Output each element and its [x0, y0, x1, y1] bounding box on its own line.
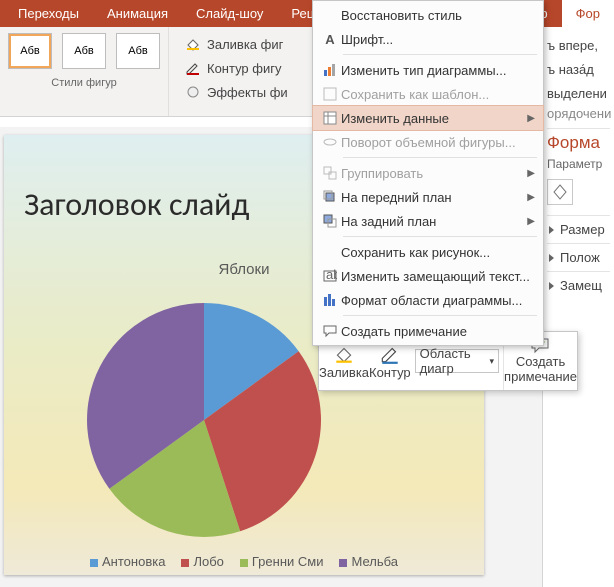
ctx-save-template[interactable]: Сохранить как шаблон...: [313, 82, 543, 106]
tab-transitions[interactable]: Переходы: [4, 0, 93, 27]
separator: [343, 157, 537, 158]
send-back-icon: [323, 214, 337, 228]
ctx-format-chart-area[interactable]: Формат области диаграммы...: [313, 288, 543, 312]
separator: [343, 236, 537, 237]
chevron-right-icon: [549, 282, 554, 290]
shape-style-2[interactable]: Абв: [62, 33, 106, 69]
format-pane-title: Форма: [547, 133, 610, 153]
selection-pane-row[interactable]: выделени: [547, 81, 610, 105]
chevron-down-icon: ▾: [490, 356, 495, 367]
arrange-row: орядочени: [547, 105, 610, 129]
context-menu: Восстановить стиль A Шрифт... Изменить т…: [312, 0, 544, 346]
shape-outline-button[interactable]: Контур фигу: [181, 57, 292, 79]
send-backward-row[interactable]: ъ наза́д: [547, 57, 610, 81]
separator: [343, 54, 537, 55]
legend-item-3: Мельба: [339, 554, 398, 569]
shape-styles-group: Абв Абв Абв Стили фигур: [0, 27, 169, 116]
save-template-icon: [323, 87, 337, 101]
pen-icon: [185, 60, 201, 76]
ctx-save-as-picture[interactable]: Сохранить как рисунок...: [313, 240, 543, 264]
format-pane-subtitle: Параметр: [547, 157, 610, 171]
bring-forward-row[interactable]: ъ впере,: [547, 33, 610, 57]
format-area-icon: [323, 293, 337, 307]
pie-chart[interactable]: [74, 290, 334, 550]
ctx-new-comment[interactable]: Создать примечание: [313, 319, 543, 343]
legend-item-1: Лобо: [181, 554, 223, 569]
ctx-alt-text[interactable]: ab Изменить замещающий текст...: [313, 264, 543, 288]
tab-slideshow[interactable]: Слайд-шоу: [182, 0, 277, 27]
format-pane: ъ впере, ъ наза́д выделени орядочени Фор…: [542, 27, 614, 587]
fill-tab-icon[interactable]: [547, 179, 573, 205]
chevron-right-icon: [549, 226, 554, 234]
separator: [343, 315, 537, 316]
shape-effects-button[interactable]: Эффекты фи: [181, 81, 292, 103]
comment-icon: [323, 324, 337, 338]
pane-position-section[interactable]: Полож: [547, 243, 610, 271]
chevron-right-icon: ▶: [525, 216, 535, 227]
rotate-3d-icon: [323, 135, 337, 149]
slide-title[interactable]: Заголовок слайд: [24, 185, 249, 224]
group-icon: [323, 166, 337, 180]
bring-front-icon: [323, 190, 337, 204]
size-tab-icon[interactable]: [579, 179, 605, 205]
legend-item-0: Антоновка: [90, 554, 165, 569]
chevron-right-icon: ▶: [525, 113, 535, 124]
chevron-right-icon: ▶: [525, 168, 535, 179]
paint-bucket-icon: [185, 36, 201, 52]
ctx-3d-rotation[interactable]: Поворот объемной фигуры...: [313, 130, 543, 154]
alt-text-icon: ab: [323, 269, 337, 283]
ctx-change-chart-type[interactable]: Изменить тип диаграммы...: [313, 58, 543, 82]
ctx-group[interactable]: Группировать▶: [313, 161, 543, 185]
ctx-bring-front[interactable]: На передний план▶: [313, 185, 543, 209]
font-icon: A: [319, 32, 341, 47]
edit-data-icon: [323, 111, 337, 125]
svg-text:ab: ab: [326, 269, 337, 282]
tab-format[interactable]: Фор: [562, 0, 614, 27]
ctx-font[interactable]: A Шрифт...: [313, 27, 543, 51]
mini-chart-area-combo[interactable]: Область диагр ▾: [415, 349, 499, 373]
chevron-right-icon: [549, 254, 554, 262]
chart-type-icon: [323, 63, 337, 77]
pane-alttext-section[interactable]: Замещ: [547, 271, 610, 299]
ctx-send-back[interactable]: На задний план▶: [313, 209, 543, 233]
pane-size-section[interactable]: Размер: [547, 215, 610, 243]
shape-style-3[interactable]: Абв: [116, 33, 160, 69]
chart-legend: Антоновка Лобо Гренни Сми Мельба: [4, 554, 484, 569]
ctx-edit-data[interactable]: Изменить данные▶: [313, 106, 543, 130]
shape-fill-button[interactable]: Заливка фиг: [181, 33, 292, 55]
legend-item-2: Гренни Сми: [240, 554, 324, 569]
shape-style-1[interactable]: Абв: [8, 33, 52, 69]
shape-styles-label: Стили фигур: [8, 77, 160, 89]
ctx-restore-style[interactable]: Восстановить стиль: [313, 3, 543, 27]
chevron-right-icon: ▶: [525, 192, 535, 203]
tab-animation[interactable]: Анимация: [93, 0, 182, 27]
effects-icon: [185, 84, 201, 100]
